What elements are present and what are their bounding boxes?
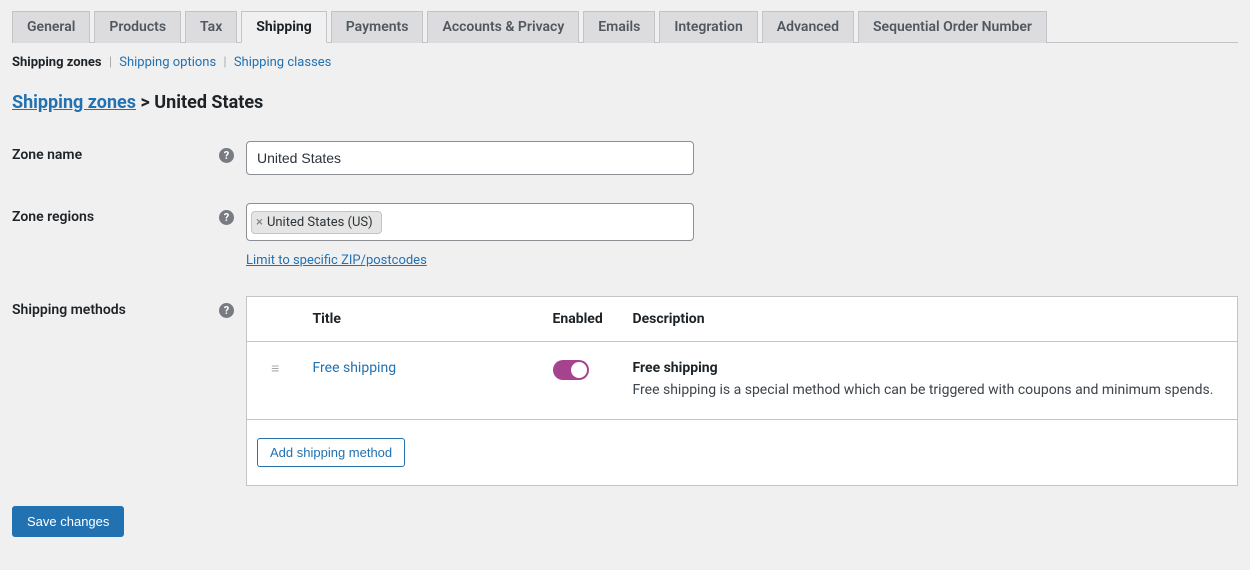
tab-shipping[interactable]: Shipping <box>241 11 326 43</box>
subnav-shipping-classes[interactable]: Shipping classes <box>234 55 332 70</box>
shipping-methods-label: Shipping methods <box>12 302 126 318</box>
table-row: ≡ Free shipping Free shipping Free shipp… <box>247 342 1238 420</box>
zone-regions-label: Zone regions <box>12 209 94 225</box>
help-icon[interactable]: ? <box>219 303 234 318</box>
zone-regions-row: Zone regions ? × United States (US) Limi… <box>12 203 1238 268</box>
enabled-toggle[interactable] <box>553 360 589 380</box>
subnav-shipping-options[interactable]: Shipping options <box>119 55 216 70</box>
breadcrumb: Shipping zones > United States <box>12 92 1238 113</box>
limit-zip-link[interactable]: Limit to specific ZIP/postcodes <box>246 253 427 268</box>
zone-name-input[interactable] <box>246 141 694 175</box>
breadcrumb-separator: > <box>141 92 150 113</box>
tab-emails[interactable]: Emails <box>583 11 655 43</box>
region-tag-label: United States (US) <box>267 215 373 230</box>
table-header-title: Title <box>303 297 543 342</box>
tab-tax[interactable]: Tax <box>185 11 237 43</box>
tab-sequential-order-number[interactable]: Sequential Order Number <box>858 11 1047 43</box>
subnav-separator: | <box>223 55 226 70</box>
settings-tabs: General Products Tax Shipping Payments A… <box>12 10 1238 43</box>
help-icon[interactable]: ? <box>219 148 234 163</box>
table-header-enabled: Enabled <box>543 297 623 342</box>
zone-name-label: Zone name <box>12 147 82 163</box>
tab-advanced[interactable]: Advanced <box>762 11 854 43</box>
region-tag: × United States (US) <box>251 211 382 234</box>
subnav-shipping-zones[interactable]: Shipping zones <box>12 55 102 70</box>
drag-handle-icon[interactable]: ≡ <box>247 342 303 420</box>
zone-name-row: Zone name ? <box>12 141 1238 175</box>
method-desc-text: Free shipping is a special method which … <box>633 380 1228 401</box>
tab-accounts-privacy[interactable]: Accounts & Privacy <box>427 11 579 43</box>
tab-general[interactable]: General <box>12 11 90 43</box>
shipping-methods-row: Shipping methods ? Title Enabled Descrip… <box>12 296 1238 486</box>
table-header-handle <box>247 297 303 342</box>
shipping-methods-table: Title Enabled Description ≡ Free shippin… <box>246 296 1238 486</box>
zone-regions-select[interactable]: × United States (US) <box>246 203 694 241</box>
breadcrumb-link-shipping-zones[interactable]: Shipping zones <box>12 92 136 113</box>
table-header-description: Description <box>623 297 1238 342</box>
breadcrumb-current: United States <box>154 92 263 113</box>
remove-region-icon[interactable]: × <box>256 215 263 230</box>
method-desc-title: Free shipping <box>633 360 1228 376</box>
subnav-separator: | <box>109 55 112 70</box>
tab-products[interactable]: Products <box>94 11 181 43</box>
help-icon[interactable]: ? <box>219 210 234 225</box>
add-shipping-method-button[interactable]: Add shipping method <box>257 438 405 467</box>
tab-integration[interactable]: Integration <box>659 11 757 43</box>
save-changes-button[interactable]: Save changes <box>12 506 124 537</box>
shipping-subnav: Shipping zones | Shipping options | Ship… <box>12 55 1238 70</box>
tab-payments[interactable]: Payments <box>331 11 424 43</box>
shipping-method-link[interactable]: Free shipping <box>313 360 397 376</box>
